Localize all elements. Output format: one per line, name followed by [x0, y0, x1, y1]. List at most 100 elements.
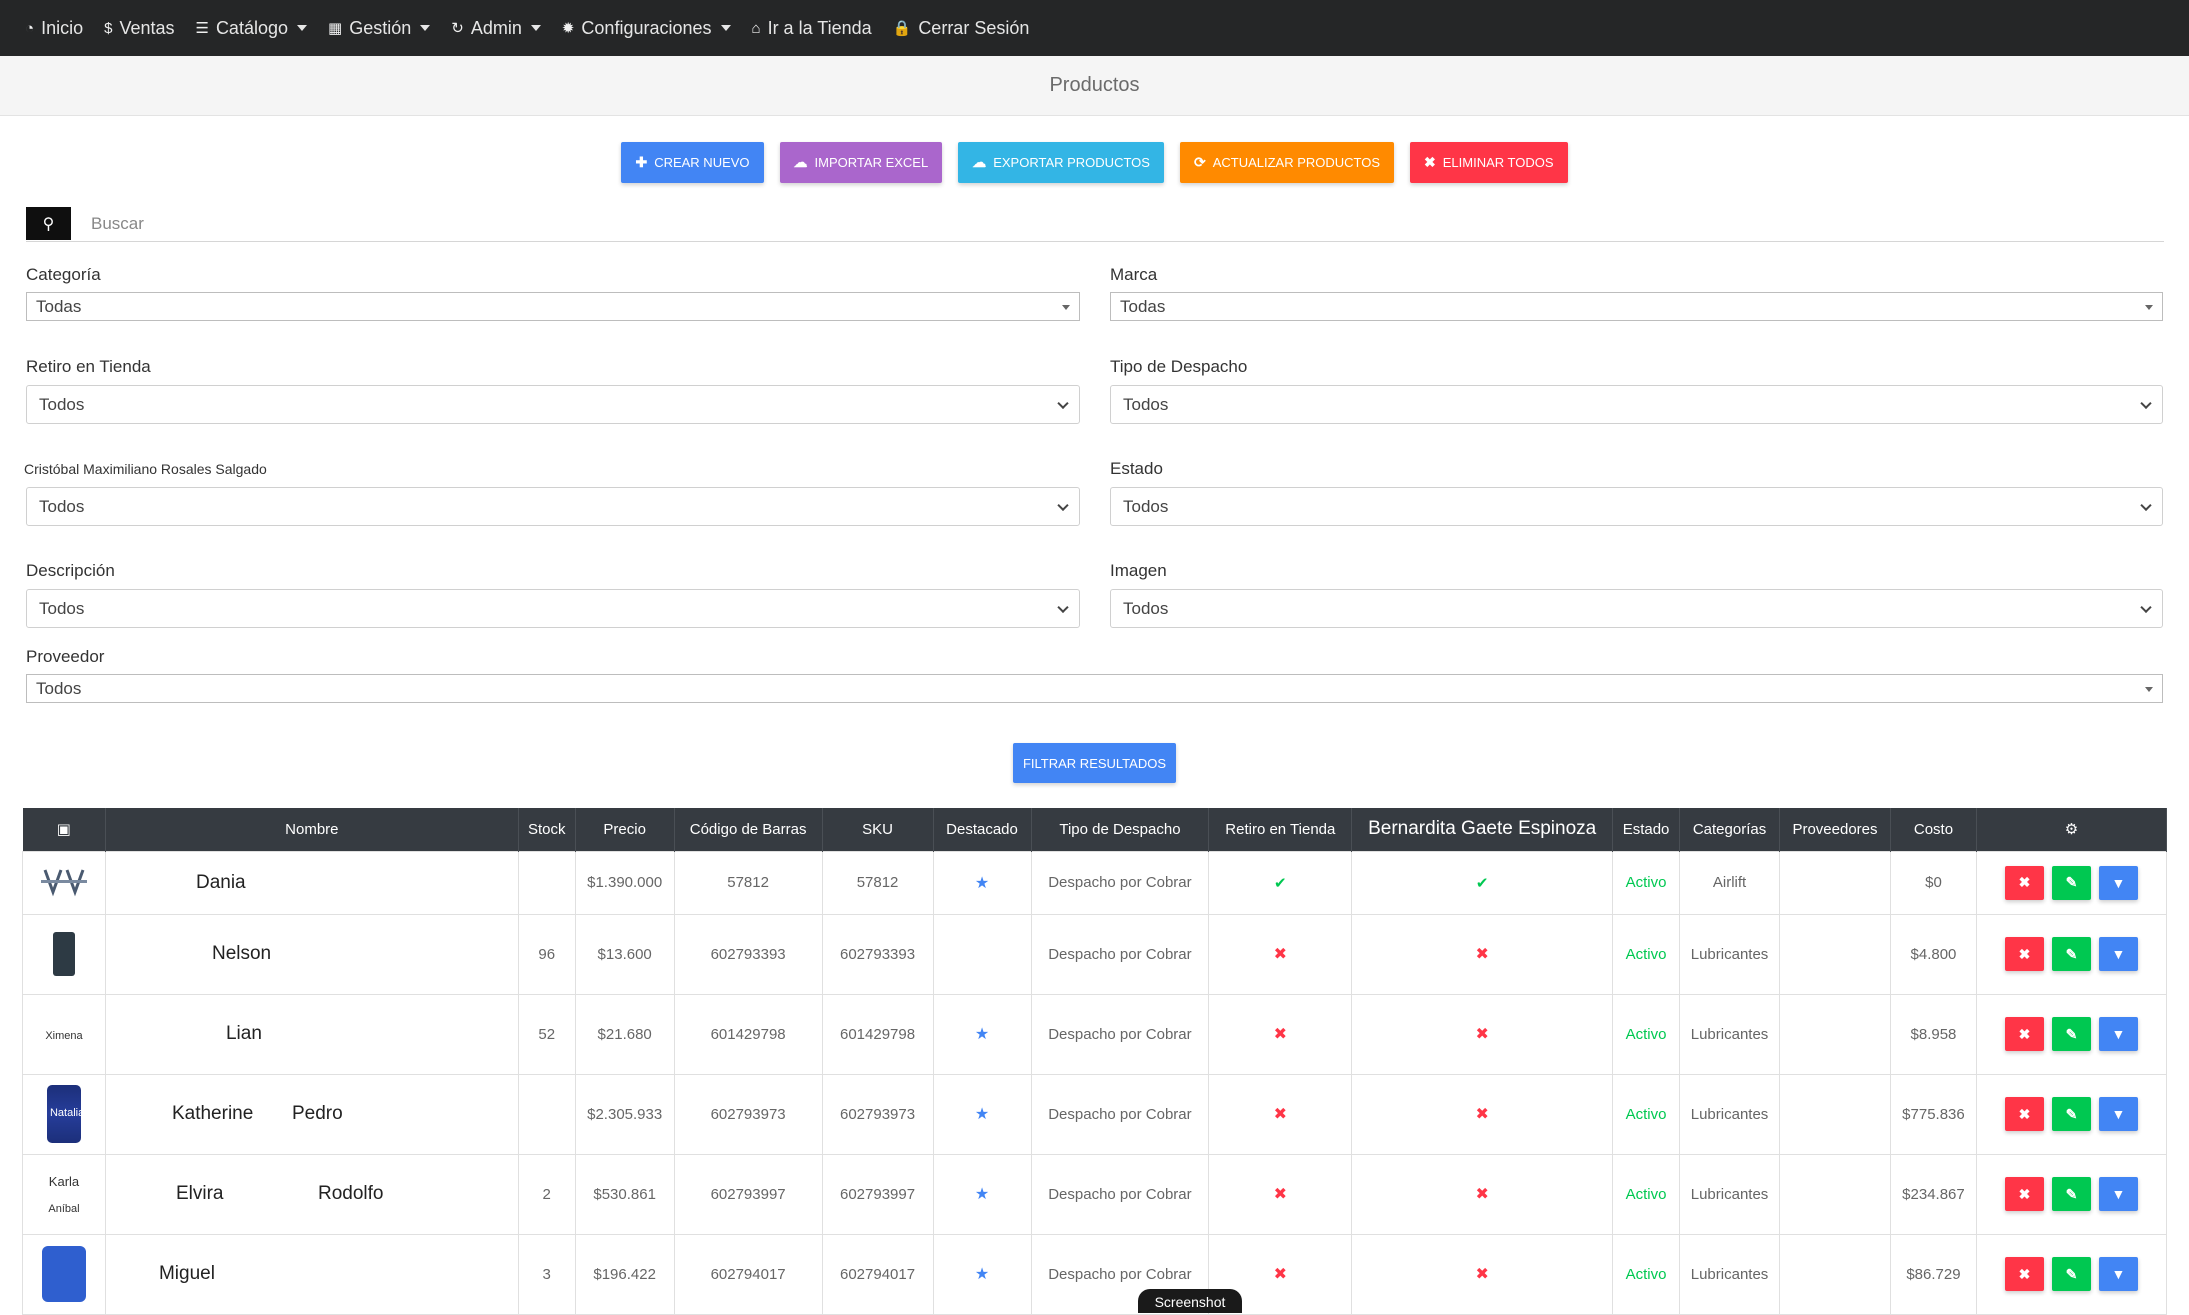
filter-select-descripcion[interactable]: Todos — [26, 589, 1080, 628]
retiro-cross-icon: ✖ — [1273, 946, 1288, 963]
header-barcode[interactable]: Código de Barras — [674, 808, 823, 851]
cell-costo: $775.836 — [1889, 1073, 1977, 1155]
cell-actions: ✖ ✎ ▼ — [1975, 850, 2168, 915]
header-nombre[interactable]: Nombre — [105, 808, 519, 851]
header-destacado[interactable]: Destacado — [933, 808, 1032, 851]
nav-item-label: Inicio — [41, 17, 84, 38]
cell-barcode: 602794017 — [673, 1233, 823, 1315]
nav-item-0[interactable]: ◔ Inicio — [25, 18, 83, 39]
close-icon: ✖ — [2018, 1265, 2031, 1282]
filter-icon: ▼ — [2111, 946, 2126, 962]
filter-row-button[interactable]: ▼ — [2098, 1177, 2138, 1211]
cell-despacho: Despacho por Cobrar — [1030, 913, 1210, 995]
delete-row-button[interactable]: ✖ — [2004, 1177, 2044, 1211]
delete-row-button[interactable]: ✖ — [2004, 1097, 2044, 1131]
chevron-down-icon — [2140, 397, 2152, 409]
filter-select-imagen[interactable]: Todos — [1110, 589, 2163, 628]
delete-row-button[interactable]: ✖ — [2004, 865, 2044, 900]
filter-row-button[interactable]: ▼ — [2098, 865, 2138, 900]
action-toolbar: ✚ Crear nuevo ☁ Importar Excel ☁ Exportar p… — [0, 142, 2189, 183]
filter-label-marca: Marca — [1110, 265, 1158, 284]
nav-item-5[interactable]: ✹ Configuraciones — [562, 18, 731, 39]
table-row: Nelson 96 $13.600 602793393 602793393 Despach… — [22, 913, 2168, 995]
edit-row-button[interactable]: ✎ — [2051, 1177, 2091, 1211]
delete-row-button[interactable]: ✖ — [2004, 937, 2044, 971]
header-stock[interactable]: Stock — [518, 808, 576, 851]
product-thumbnail — [41, 1246, 86, 1302]
cell-barcode: 602793393 — [673, 913, 823, 995]
delete-row-button[interactable]: ✖ — [2004, 1017, 2044, 1051]
filter-select-despacho[interactable]: Todos — [1110, 385, 2163, 424]
cell-stock: 52 — [517, 993, 576, 1075]
nav-item-6[interactable]: ⌂ Ir a la Tienda — [752, 18, 872, 39]
filter-select-proveedor[interactable]: Todos — [26, 674, 2163, 703]
gear-icon: ✹ — [561, 20, 575, 37]
update-products-button[interactable]: ⟳ Actualizar productos — [1179, 142, 1395, 183]
cell-actions: ✖ ✎ ▼ — [1975, 993, 2168, 1075]
cell-sku: 601429798 — [821, 993, 934, 1075]
cell-estado: Activo — [1612, 850, 1681, 915]
edit-row-button[interactable]: ✎ — [2051, 1257, 2091, 1291]
home-icon: ⌂ — [751, 19, 761, 37]
header-categorias[interactable]: Categorías — [1679, 808, 1781, 851]
cell-estado: Activo — [1612, 1153, 1681, 1235]
cell-sku: 602793973 — [821, 1073, 934, 1155]
filter-select-marca[interactable]: Todas — [1110, 292, 2163, 321]
keyboard-icon: ▦ — [328, 20, 343, 37]
cell-retiro: ✖ — [1208, 1153, 1353, 1235]
search-input[interactable] — [91, 213, 1991, 234]
chevron-down-icon — [1057, 499, 1069, 511]
cell-destacado: ★ — [932, 1153, 1032, 1235]
edit-row-button[interactable]: ✎ — [2051, 937, 2091, 971]
cell-costo: $86.729 — [1889, 1233, 1977, 1315]
filter-select-persona[interactable]: Todos — [26, 487, 1080, 526]
filter-row-button[interactable]: ▼ — [2098, 1257, 2138, 1291]
header-sku[interactable]: SKU — [822, 808, 934, 851]
chevron-down-icon — [1062, 304, 1070, 310]
filter-select-estado[interactable]: Todos — [1110, 487, 2163, 526]
filter-select-retiro[interactable]: Todos — [26, 385, 1080, 424]
header-precio[interactable]: Precio — [575, 808, 675, 851]
filter-icon: ▼ — [2111, 1106, 2126, 1122]
cell-nombre: Nelson — [104, 913, 519, 995]
import-excel-button[interactable]: ☁ Importar Excel — [779, 142, 943, 183]
cell-barcode: 601429798 — [673, 993, 823, 1075]
filter-label-descripcion: Descripción — [26, 561, 115, 580]
export-products-button[interactable]: ☁ Exportar productos — [958, 142, 1164, 183]
header-despacho[interactable]: Tipo de Despacho — [1031, 808, 1210, 851]
delete-all-button[interactable]: ✖ Eliminar todos — [1410, 142, 1568, 183]
filter-select-categoria[interactable]: Todas — [26, 292, 1080, 321]
edit-row-button[interactable]: ✎ — [2051, 1017, 2091, 1051]
header-costo[interactable]: Costo — [1890, 808, 1977, 851]
filter-row-button[interactable]: ▼ — [2098, 937, 2138, 971]
filter-row-button[interactable]: ▼ — [2098, 1097, 2138, 1131]
search-button[interactable]: ⚲ — [26, 207, 71, 240]
cell-actions: ✖ ✎ ▼ — [1975, 1073, 2168, 1155]
pencil-icon: ✎ — [2065, 874, 2078, 890]
caret-down-icon — [420, 25, 431, 31]
nav-item-3[interactable]: ▦ Gestión — [328, 18, 431, 39]
persona-check-icon: ✔ — [1475, 874, 1489, 892]
filter-results-button[interactable]: Filtrar resultados — [1012, 743, 1177, 783]
cell-precio: $2.305.933 — [574, 1073, 675, 1155]
nav-item-label: Cerrar Sesión — [918, 17, 1030, 38]
create-new-button[interactable]: ✚ Crear nuevo — [621, 142, 764, 183]
header-persona[interactable]: Bernardita Gaete Espinoza — [1351, 808, 1614, 851]
header-retiro[interactable]: Retiro en Tienda — [1208, 808, 1353, 851]
cell-barcode: 602793973 — [673, 1073, 823, 1155]
nav-item-2[interactable]: ☰ Catálogo — [195, 18, 307, 39]
cell-proveedor — [1779, 1233, 1891, 1315]
filter-row-button[interactable]: ▼ — [2098, 1017, 2138, 1051]
close-icon: ✖ — [2018, 1105, 2031, 1122]
nav-item-7[interactable]: 🔒 Cerrar Sesión — [893, 18, 1030, 39]
close-icon: ✖ — [2018, 874, 2031, 890]
header-proveedores[interactable]: Proveedores — [1779, 808, 1891, 851]
nav-item-4[interactable]: ↻ Admin — [451, 18, 541, 39]
header-estado[interactable]: Estado — [1612, 808, 1681, 851]
edit-row-button[interactable]: ✎ — [2051, 865, 2091, 900]
retiro-check-icon: ✔ — [1274, 874, 1287, 892]
nav-item-1[interactable]: $ Ventas — [104, 18, 174, 39]
cell-destacado: ★ — [932, 1073, 1032, 1155]
delete-row-button[interactable]: ✖ — [2004, 1257, 2044, 1291]
edit-row-button[interactable]: ✎ — [2051, 1097, 2091, 1131]
